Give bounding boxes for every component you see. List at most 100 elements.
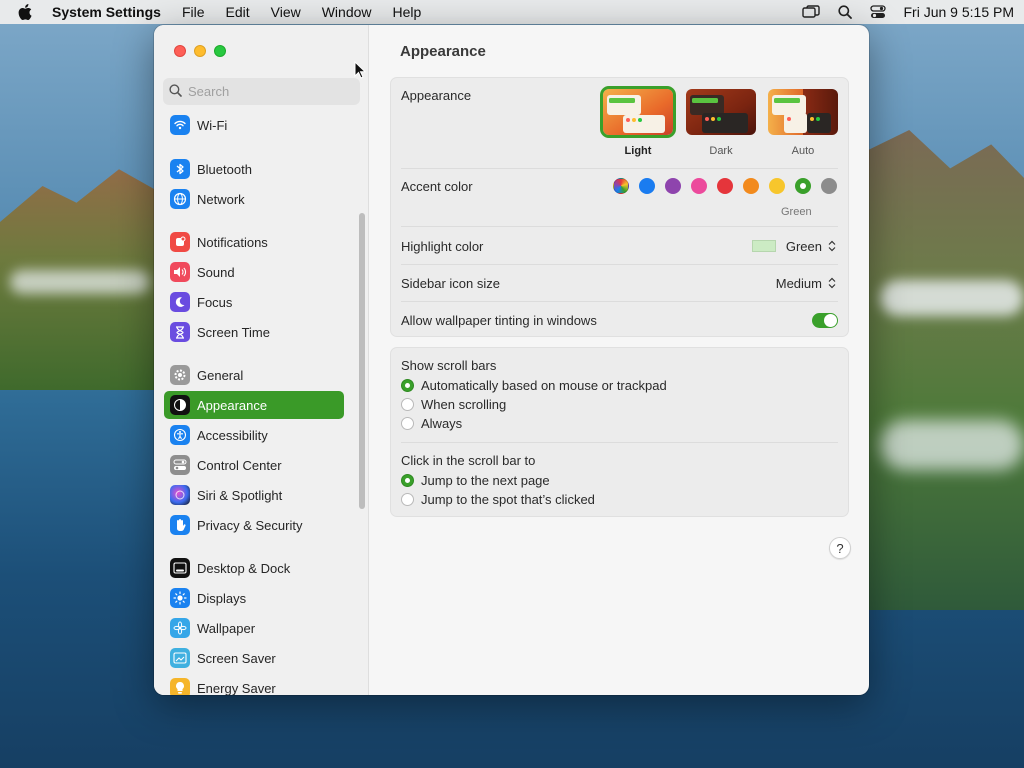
sidebar-item-wifi[interactable]: Wi-Fi [164,113,344,139]
sidebar-scrollbar[interactable] [359,213,365,509]
sidebar-item-privacy-security[interactable]: Privacy & Security [164,511,344,539]
sidebar-item-accessibility[interactable]: Accessibility [164,421,344,449]
accent-blue[interactable] [639,178,655,194]
apple-menu-icon[interactable] [18,4,34,20]
sidebar-item-focus[interactable]: Focus [164,288,344,316]
bell-icon [170,232,190,252]
sidebar-item-label: Network [197,191,245,207]
click-scroll-bar-label: Click in the scroll bar to [401,453,536,468]
sidebar-item-label: Siri & Spotlight [197,487,283,503]
sidebar-item-control-center[interactable]: Control Center [164,451,344,479]
sidebar-item-label: Bluetooth [197,161,252,177]
highlight-color-popup[interactable]: Green [751,238,838,254]
accent-multicolor[interactable] [613,178,629,194]
main-content: Appearance Appearance Light Dark Auto Ac… [370,25,869,695]
screensaver-icon [170,648,190,668]
appearance-settings-group: Appearance Light Dark Auto Accent color … [390,77,849,337]
radio-button[interactable] [401,398,414,411]
menu-file[interactable]: File [182,4,205,20]
accent-yellow[interactable] [769,178,785,194]
sidebar-item-appearance[interactable]: Appearance [164,391,344,419]
sidebar-item-label: Focus [197,294,233,310]
sidebar-item-displays[interactable]: Displays [164,584,344,612]
hand-icon [170,515,190,535]
accessibility-icon [170,425,190,445]
appearance-dark-label: Dark [709,145,733,157]
menu-edit[interactable]: Edit [226,4,250,20]
sidebar-item-notifications[interactable]: Notifications [164,228,344,256]
sidebar-item-network[interactable]: Network [164,185,344,213]
radio-label: When scrolling [421,397,507,412]
search-field[interactable] [163,78,360,105]
sidebar-item-general[interactable]: General [164,361,344,389]
zoom-button[interactable] [214,45,226,57]
sidebar-item-label: Accessibility [197,427,268,443]
accent-purple[interactable] [665,178,681,194]
show-scroll-bars-label: Show scroll bars [401,358,497,373]
control-center-menu-icon[interactable] [869,5,886,19]
sidebar-item-label: Wi-Fi [197,117,228,133]
sidebar-icon-size-popup[interactable]: Medium [776,275,838,291]
radio-button[interactable] [401,417,414,430]
sun-icon [170,588,190,608]
chevron-updown-icon [826,238,838,254]
mouse-cursor-icon [354,60,367,82]
sidebar-item-energy-saver[interactable]: Energy Saver [164,674,344,695]
scroll-bars-automatic-option[interactable]: Automatically based on mouse or trackpad [401,378,667,393]
radio-button[interactable] [401,474,414,487]
menu-help[interactable]: Help [393,4,422,20]
appearance-auto-label: Auto [791,145,815,157]
wallpaper-tinting-toggle[interactable] [812,313,838,328]
radio-button[interactable] [401,379,414,392]
accent-orange[interactable] [743,178,759,194]
radio-label: Jump to the spot that’s clicked [421,492,595,507]
appearance-light-thumbnail[interactable] [600,86,676,138]
close-button[interactable] [174,45,186,57]
sidebar-item-label: Energy Saver [197,680,276,696]
sidebar-item-bluetooth[interactable]: Bluetooth [164,155,344,183]
menu-window[interactable]: Window [322,4,372,20]
appearance-light-label: Light [624,145,652,157]
click-scroll-next-page-option[interactable]: Jump to the next page [401,473,550,488]
menu-bar: System Settings File Edit View Window He… [0,0,1024,24]
radio-button[interactable] [401,493,414,506]
accent-green[interactable] [795,178,811,194]
spotlight-search-icon[interactable] [837,5,852,19]
accent-pink[interactable] [691,178,707,194]
sidebar-item-label: Wallpaper [197,620,256,636]
divider [401,168,838,169]
globe-icon [170,189,190,209]
menu-app-name[interactable]: System Settings [52,4,161,20]
divider [401,301,838,302]
minimize-button[interactable] [194,45,206,57]
sidebar-icon-size-value: Medium [775,275,822,291]
wallpaper-cloud [880,420,1024,470]
search-input[interactable] [188,84,348,99]
sidebar-item-siri-spotlight[interactable]: Siri & Spotlight [164,481,344,509]
sidebar-item-screen-time[interactable]: Screen Time [164,318,344,346]
sidebar-item-sound[interactable]: Sound [164,258,344,286]
wallpaper-mountain-right [860,130,1024,610]
scroll-bars-always-option[interactable]: Always [401,416,462,431]
divider [401,264,838,265]
screen-mirroring-icon[interactable] [801,5,820,19]
sidebar-item-label: Screen Time [197,324,270,340]
click-scroll-spot-option[interactable]: Jump to the spot that’s clicked [401,492,595,507]
sidebar-item-screen-saver[interactable]: Screen Saver [164,644,344,672]
page-title: Appearance [400,43,486,60]
help-button[interactable]: ? [829,537,851,559]
menu-view[interactable]: View [271,4,301,20]
wallpaper-tinting-label: Allow wallpaper tinting in windows [401,313,597,328]
menu-clock[interactable]: Fri Jun 9 5:15 PM [904,4,1015,20]
appearance-dark-thumbnail[interactable] [686,89,756,135]
sidebar-icon-size-label: Sidebar icon size [401,276,500,291]
appearance-auto-thumbnail[interactable] [768,89,838,135]
wallpaper-mountain-left [0,169,170,390]
wallpaper-cloud [10,270,150,294]
accent-graphite[interactable] [821,178,837,194]
sidebar-item-wallpaper[interactable]: Wallpaper [164,614,344,642]
sidebar-item-desktop-dock[interactable]: Desktop & Dock [164,554,344,582]
radio-label: Automatically based on mouse or trackpad [421,378,667,393]
accent-red[interactable] [717,178,733,194]
scroll-bars-when-scrolling-option[interactable]: When scrolling [401,397,506,412]
